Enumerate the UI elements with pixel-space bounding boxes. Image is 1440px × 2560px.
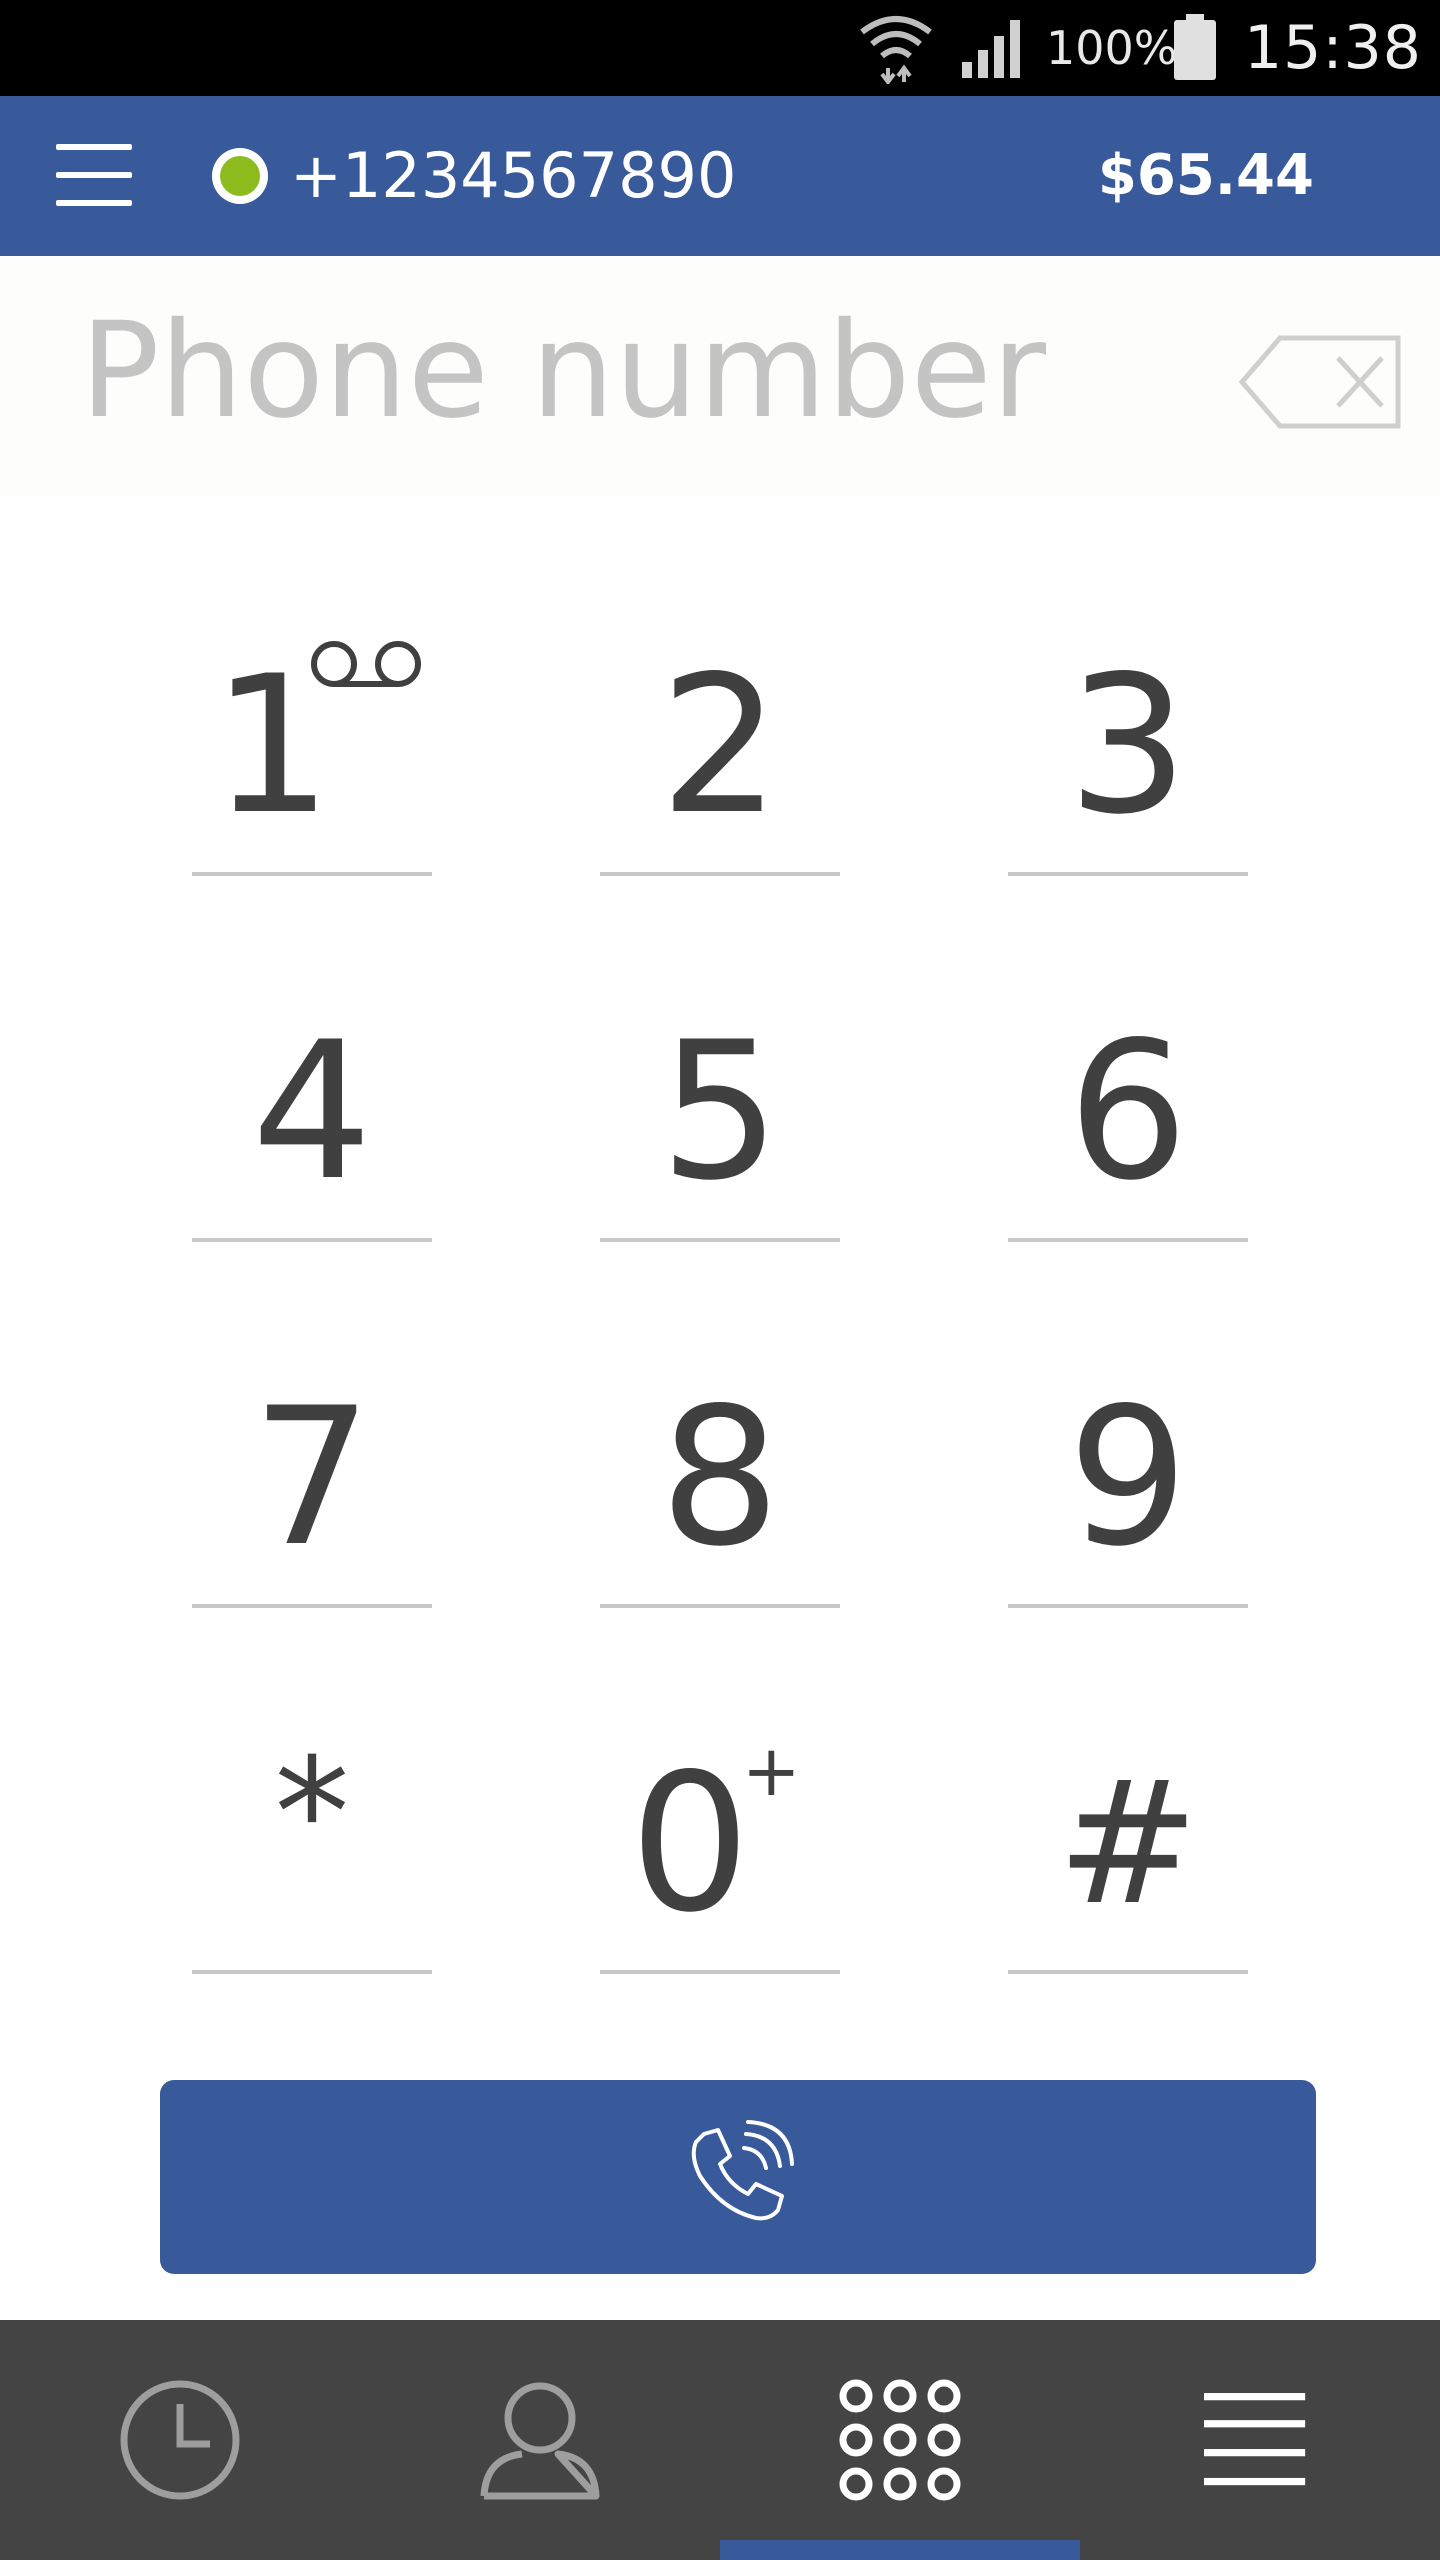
hamburger-menu-icon[interactable] bbox=[52, 136, 136, 216]
key-digit: 7 bbox=[251, 1367, 373, 1588]
dialpad-icon bbox=[839, 2379, 961, 2501]
cell-signal-icon bbox=[962, 20, 1020, 78]
key-digit: 8 bbox=[659, 1367, 781, 1588]
nav-call-history[interactable] bbox=[0, 2320, 360, 2560]
key-digit: 2 bbox=[659, 635, 781, 856]
key-4[interactable]: 4 bbox=[192, 962, 432, 1242]
phone-call-icon bbox=[691, 2120, 794, 2221]
key-digit: 5 bbox=[659, 1001, 781, 1222]
account-number: +1234567890 bbox=[290, 139, 737, 212]
key-digit: 4 bbox=[251, 1001, 373, 1222]
hamburger-more-icon bbox=[1204, 2393, 1306, 2486]
bottom-navigation bbox=[0, 2320, 1440, 2560]
backspace-icon[interactable] bbox=[1236, 332, 1404, 432]
key-6[interactable]: 6 bbox=[1008, 962, 1248, 1242]
key-1[interactable]: 1 bbox=[192, 596, 432, 876]
call-button[interactable] bbox=[160, 2080, 1316, 2274]
contact-person-icon bbox=[480, 2382, 600, 2500]
nav-contacts[interactable] bbox=[360, 2320, 720, 2560]
status-bar: 100% 15:38 bbox=[0, 0, 1440, 96]
battery-percent: 100% bbox=[1046, 21, 1178, 75]
wifi-icon bbox=[860, 16, 932, 84]
battery-icon bbox=[1174, 14, 1216, 80]
clock-history-icon bbox=[120, 2380, 240, 2500]
key-digit: # bbox=[1056, 1745, 1200, 1943]
nav-more-menu[interactable] bbox=[1080, 2320, 1440, 2560]
key-0[interactable]: 0 + bbox=[600, 1694, 840, 1974]
key-2[interactable]: 2 bbox=[600, 596, 840, 876]
key-star[interactable]: * bbox=[192, 1694, 432, 1974]
voicemail-icon bbox=[311, 641, 421, 687]
key-5[interactable]: 5 bbox=[600, 962, 840, 1242]
account-balance: $65.44 bbox=[1097, 143, 1314, 208]
phone-number-area bbox=[0, 256, 1440, 496]
status-clock: 15:38 bbox=[1244, 13, 1422, 83]
key-digit: 9 bbox=[1067, 1367, 1189, 1588]
key-3[interactable]: 3 bbox=[1008, 596, 1248, 876]
key-digit: 3 bbox=[1067, 635, 1189, 856]
key-digit: 6 bbox=[1067, 1001, 1189, 1222]
key-hash[interactable]: # bbox=[1008, 1694, 1248, 1974]
presence-status-indicator bbox=[212, 148, 268, 204]
dial-keypad: 1 2 3 4 5 6 7 8 9 * 0 + # bbox=[0, 496, 1440, 2006]
nav-dialpad[interactable] bbox=[720, 2320, 1080, 2560]
key-digit: * bbox=[274, 1727, 350, 1901]
app-header: +1234567890 $65.44 bbox=[0, 96, 1440, 256]
key-9[interactable]: 9 bbox=[1008, 1328, 1248, 1608]
key-7[interactable]: 7 bbox=[192, 1328, 432, 1608]
phone-number-input[interactable] bbox=[80, 296, 1180, 446]
key-0-plus: + bbox=[742, 1730, 801, 1812]
key-8[interactable]: 8 bbox=[600, 1328, 840, 1608]
